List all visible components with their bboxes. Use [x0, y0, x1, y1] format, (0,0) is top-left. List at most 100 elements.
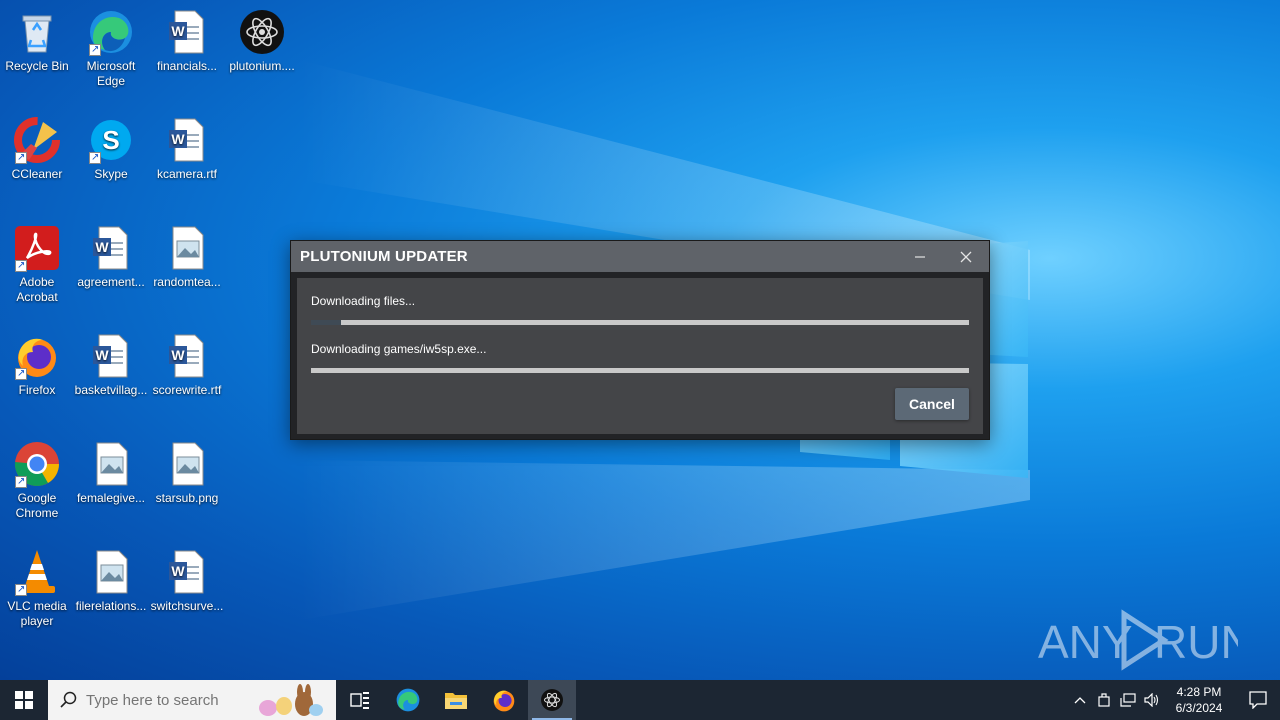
- taskbar-firefox[interactable]: [480, 680, 528, 720]
- image-file-icon: [163, 440, 211, 488]
- desktop-icon-agreement[interactable]: W agreement...: [73, 224, 149, 290]
- word-doc-icon: W: [87, 224, 135, 272]
- desktop-icon-vlc[interactable]: VLC media player: [0, 548, 75, 629]
- status-label-files: Downloading files...: [311, 294, 416, 308]
- desktop-icon-financials[interactable]: W financials...: [149, 8, 225, 74]
- desktop-icon-switchsurve[interactable]: W switchsurve...: [149, 548, 225, 614]
- recycle-bin-icon: [13, 8, 61, 56]
- svg-text:W: W: [171, 347, 185, 363]
- svg-text:W: W: [171, 563, 185, 579]
- plutonium-icon: [238, 8, 286, 56]
- close-button[interactable]: [943, 241, 989, 272]
- watermark-text-run: RUN: [1154, 616, 1238, 668]
- search-input[interactable]: [86, 691, 256, 709]
- anyrun-watermark: ANY RUN: [1038, 609, 1238, 671]
- taskbar-plutonium[interactable]: [528, 680, 576, 720]
- svg-text:W: W: [171, 131, 185, 147]
- clock[interactable]: 4:28 PM 6/3/2024: [1170, 684, 1228, 716]
- search-icon: [60, 691, 77, 708]
- cancel-button[interactable]: Cancel: [895, 388, 969, 420]
- windows-logo-icon: [15, 691, 33, 709]
- desktop-icon-femalegive[interactable]: femalegive...: [73, 440, 149, 506]
- desktop-icon-label: scorewrite.rtf: [152, 383, 222, 397]
- desktop-icon-label: agreement...: [77, 275, 145, 289]
- start-button[interactable]: [0, 680, 48, 720]
- desktop-icon-label: switchsurve...: [150, 599, 224, 613]
- desktop-icon-ccleaner[interactable]: CCleaner: [0, 116, 75, 182]
- svg-text:S: S: [102, 125, 119, 155]
- shortcut-arrow-icon: [15, 582, 27, 597]
- desktop-icon-randomtea[interactable]: randomtea...: [149, 224, 225, 290]
- desktop-icon-recycle-bin[interactable]: Recycle Bin: [0, 8, 75, 74]
- tray-app-button[interactable]: [1092, 680, 1116, 720]
- taskbar-file-explorer[interactable]: [432, 680, 480, 720]
- word-doc-icon: W: [87, 332, 135, 380]
- desktop-icon-label: Skype: [94, 167, 128, 181]
- file-explorer-icon: [445, 693, 467, 709]
- desktop-icon-label: filerelations...: [75, 599, 147, 613]
- desktop-icon-starsub[interactable]: starsub.png: [149, 440, 225, 506]
- desktop-icon-scorewrite[interactable]: W scorewrite.rtf: [149, 332, 225, 398]
- desktop-icon-adobe-acrobat[interactable]: Adobe Acrobat: [0, 224, 75, 305]
- word-doc-icon: W: [163, 332, 211, 380]
- desktop-icon-plutonium[interactable]: plutonium....: [224, 8, 300, 74]
- desktop-icon-label: Adobe Acrobat: [16, 275, 58, 304]
- edge-icon: [396, 688, 420, 712]
- shortcut-arrow-icon: [15, 150, 27, 165]
- vlc-icon: [13, 548, 61, 597]
- svg-text:W: W: [95, 347, 109, 363]
- show-hidden-icons-button[interactable]: [1068, 680, 1092, 720]
- desktop-icon-microsoft-edge[interactable]: Microsoft Edge: [73, 8, 149, 89]
- network-button[interactable]: [1116, 680, 1140, 720]
- shortcut-arrow-icon: [89, 42, 101, 57]
- desktop-icon-label: Firefox: [18, 383, 56, 397]
- desktop-icon-label: starsub.png: [155, 491, 219, 505]
- search-highlight-easter-icon: [259, 684, 323, 716]
- chevron-up-icon: [1074, 697, 1086, 704]
- taskbar-edge[interactable]: [384, 680, 432, 720]
- desktop-icon-label: Microsoft Edge: [86, 59, 136, 88]
- firefox-icon: [13, 332, 61, 381]
- skype-icon: S: [87, 116, 135, 165]
- desktop-icon-label: Google Chrome: [15, 491, 59, 520]
- desktop-icon-label: VLC media player: [7, 599, 67, 628]
- status-label-file: Downloading games/iw5sp.exe...: [311, 342, 487, 356]
- taskbar-task-view[interactable]: [336, 680, 384, 720]
- desktop-icon-kcamera[interactable]: W kcamera.rtf: [149, 116, 225, 182]
- desktop-icon-label: plutonium....: [229, 59, 295, 73]
- svg-text:W: W: [95, 239, 109, 255]
- progress-bar-files: [311, 320, 969, 325]
- close-icon: [960, 251, 972, 262]
- desktop: Recycle Bin CCleaner Adobe Acrobat Firef…: [0, 0, 1280, 680]
- desktop-icon-label: CCleaner: [11, 167, 63, 181]
- system-tray: 4:28 PM 6/3/2024: [1068, 680, 1280, 720]
- desktop-icon-filerelations[interactable]: filerelations...: [73, 548, 149, 614]
- shortcut-arrow-icon: [15, 258, 27, 273]
- desktop-icon-label: kcamera.rtf: [156, 167, 217, 181]
- tray-app-icon: [1098, 693, 1110, 707]
- desktop-icon-label: randomtea...: [153, 275, 221, 289]
- firefox-icon: [493, 690, 515, 712]
- dialog-title: PLUTONIUM UPDATER: [300, 248, 468, 265]
- action-center-button[interactable]: [1236, 680, 1280, 720]
- image-file-icon: [87, 440, 135, 488]
- word-doc-icon: W: [163, 116, 211, 164]
- desktop-icon-google-chrome[interactable]: Google Chrome: [0, 440, 75, 521]
- progress-fill-files: [311, 320, 341, 325]
- edge-icon: [87, 8, 135, 57]
- chrome-icon: [13, 440, 61, 489]
- dialog-titlebar[interactable]: PLUTONIUM UPDATER: [291, 241, 989, 272]
- clock-date: 6/3/2024: [1175, 701, 1223, 715]
- plutonium-icon: [541, 689, 563, 711]
- shortcut-arrow-icon: [15, 474, 27, 489]
- volume-icon: [1144, 693, 1159, 707]
- desktop-icon-skype[interactable]: S Skype: [73, 116, 149, 182]
- minimize-button[interactable]: [897, 241, 943, 272]
- plutonium-updater-dialog: PLUTONIUM UPDATER Downloading files... D…: [290, 240, 990, 440]
- volume-button[interactable]: [1140, 680, 1164, 720]
- desktop-icon-firefox[interactable]: Firefox: [0, 332, 75, 398]
- desktop-icon-label: basketvillag...: [74, 383, 148, 397]
- shortcut-arrow-icon: [89, 150, 101, 165]
- taskbar-search-box[interactable]: [48, 680, 336, 720]
- desktop-icon-basketvillag[interactable]: W basketvillag...: [73, 332, 149, 398]
